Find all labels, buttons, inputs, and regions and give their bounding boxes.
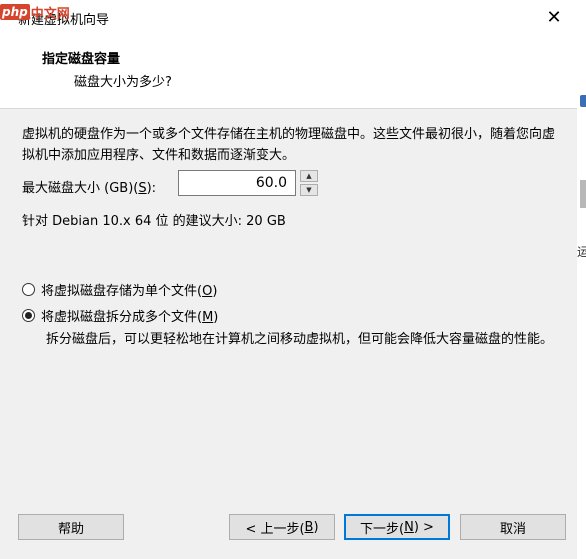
page-title: 指定磁盘容量 bbox=[42, 52, 121, 67]
disk-size-label: 最大磁盘大小 (GB)(S): bbox=[22, 181, 157, 196]
background-accent bbox=[580, 95, 586, 107]
next-button[interactable]: 下一步(N) > bbox=[344, 514, 450, 540]
cancel-button[interactable]: 取消 bbox=[460, 514, 566, 540]
split-description: 拆分磁盘后，可以更轻松地在计算机之间移动虚拟机，但可能会降低大容量磁盘的性能。 bbox=[46, 332, 554, 347]
radio-single-file[interactable]: 将虚拟磁盘存储为单个文件(O) bbox=[22, 280, 217, 299]
watermark-text: 中文网 bbox=[30, 6, 70, 22]
background-window-edge: 运 bbox=[577, 0, 586, 559]
watermark-logo: php 中文网 bbox=[0, 0, 70, 24]
radio-selected-icon[interactable] bbox=[22, 309, 35, 322]
page-subtitle: 磁盘大小为多少? bbox=[74, 75, 172, 90]
back-button[interactable]: < 上一步(B) bbox=[229, 514, 335, 540]
watermark-brand: php bbox=[0, 4, 30, 20]
disk-size-stepper: ▲ ▼ bbox=[300, 170, 318, 196]
help-button[interactable]: 帮助 bbox=[18, 514, 124, 540]
disk-size-input[interactable]: 60.0 bbox=[178, 170, 296, 196]
disk-description: 虚拟机的硬盘作为一个或多个文件存储在主机的物理磁盘中。这些文件最初很小，随着您向… bbox=[22, 127, 556, 163]
disk-size-value: 60.0 bbox=[255, 175, 287, 191]
radio-icon[interactable] bbox=[22, 283, 35, 296]
title-bar: 新建虚拟机向导 ✕ bbox=[0, 0, 577, 36]
background-scrollbar bbox=[580, 180, 586, 208]
increment-icon[interactable]: ▲ bbox=[300, 170, 318, 182]
radio-split-files[interactable]: 将虚拟磁盘拆分成多个文件(M) bbox=[22, 306, 218, 325]
background-text: 运 bbox=[577, 245, 586, 259]
wizard-header: 指定磁盘容量 磁盘大小为多少? bbox=[0, 36, 577, 109]
recommended-size: 针对 Debian 10.x 64 位 的建议大小: 20 GB bbox=[22, 214, 286, 229]
radio-single-file-label: 将虚拟磁盘存储为单个文件(O) bbox=[41, 284, 218, 299]
decrement-icon[interactable]: ▼ bbox=[300, 184, 318, 196]
close-icon[interactable]: ✕ bbox=[540, 4, 568, 32]
radio-split-files-label: 将虚拟磁盘拆分成多个文件(M) bbox=[41, 310, 219, 325]
